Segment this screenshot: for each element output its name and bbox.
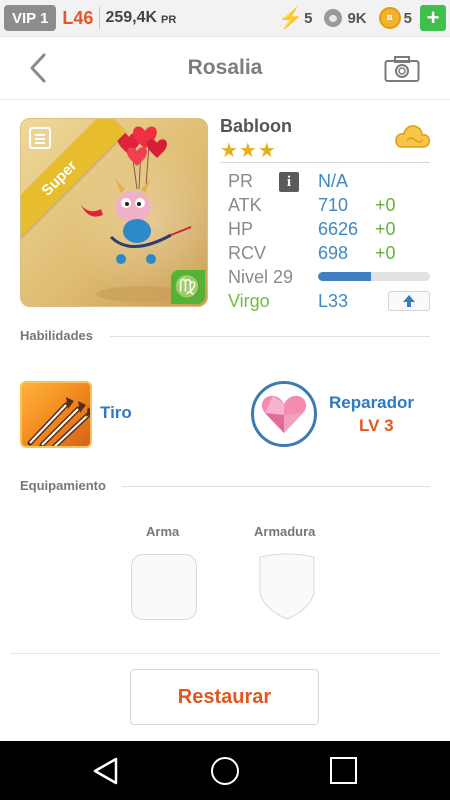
active-skill-name[interactable]: Tiro — [100, 403, 132, 423]
atk-label: ATK — [228, 195, 262, 215]
card-list-icon[interactable] — [29, 127, 51, 149]
nav-back-icon[interactable] — [92, 756, 120, 786]
atk-value: 710 — [318, 195, 349, 215]
passive-skill-name[interactable]: Reparador — [329, 393, 414, 413]
arrows-skill-icon[interactable] — [20, 381, 92, 448]
heart-icon — [261, 395, 307, 433]
info-icon[interactable]: i — [279, 172, 299, 192]
hp-label: HP — [228, 219, 254, 239]
equipment-section-title: Equipamiento — [20, 478, 106, 493]
stats-divider — [220, 162, 430, 163]
rcv-value: 698 — [318, 243, 349, 263]
camera-icon[interactable] — [384, 55, 420, 83]
nav-recents-icon[interactable] — [330, 757, 357, 784]
level-progress-bar — [318, 272, 430, 281]
pr-value: N/A — [318, 171, 349, 191]
level-label: Nivel 29 — [228, 267, 294, 287]
repair-skill-icon[interactable] — [251, 381, 317, 447]
sign-level: L33 — [318, 291, 349, 311]
coin-icon: ¤ — [378, 7, 401, 29]
nav-home-icon[interactable] — [211, 757, 239, 785]
hero-stars: ★★★ — [220, 140, 277, 162]
power-unit: PR — [161, 13, 177, 26]
divider — [99, 7, 101, 29]
list-lines — [35, 134, 45, 144]
paw-value: 9K — [347, 9, 367, 27]
hero-name: Babloon — [220, 116, 292, 136]
header: Rosalia — [0, 37, 450, 100]
skills-section-title: Habilidades — [20, 328, 93, 343]
weapon-slot[interactable] — [131, 554, 197, 620]
rcv-bonus: +0 — [375, 243, 396, 263]
hero-portrait[interactable]: Super ♍ — [20, 118, 208, 307]
sign-label: Virgo — [228, 291, 270, 311]
skills-divider — [110, 336, 430, 337]
cloud-icon[interactable] — [393, 123, 430, 151]
system-nav-bar — [0, 741, 450, 800]
page-title: Rosalia — [187, 56, 263, 79]
rcv-label: RCV — [228, 243, 267, 263]
screen: VIP 1 L46 259,4K PR ⚡ 5 9K ¤ 5 + Rosalia — [0, 0, 450, 800]
bolt-icon: ⚡ — [278, 7, 304, 30]
hp-bonus: +0 — [375, 219, 396, 239]
sign-upgrade-button[interactable] — [388, 291, 430, 311]
status-bar: VIP 1 L46 259,4K PR ⚡ 5 9K ¤ 5 + — [0, 0, 450, 37]
arrow-up-icon — [403, 295, 415, 307]
level-progress-fill — [318, 272, 371, 281]
passive-skill-level: LV 3 — [359, 416, 394, 435]
arrows-artwork — [27, 397, 90, 446]
virgo-icon: ♍ — [171, 270, 205, 304]
weapon-label: Arma — [146, 524, 180, 539]
coin-value: 5 — [403, 9, 412, 27]
hp-value: 6626 — [318, 219, 359, 239]
coin-counter[interactable]: ¤ 5 — [378, 7, 412, 29]
player-level: L46 — [62, 7, 94, 28]
energy-value: 5 — [304, 9, 313, 27]
atk-bonus: +0 — [375, 195, 396, 215]
pr-label: PR — [228, 171, 254, 191]
equipment-divider — [122, 486, 430, 487]
armor-label: Armadura — [254, 524, 316, 539]
paw-icon — [324, 9, 343, 27]
vip-badge[interactable]: VIP 1 — [4, 5, 57, 31]
resources: ⚡ 5 9K ¤ 5 + — [266, 5, 446, 31]
armor-slot[interactable] — [254, 553, 320, 621]
power-value: 259,4K — [105, 9, 158, 26]
bottom-divider — [10, 653, 440, 654]
add-currency-button[interactable]: + — [420, 5, 446, 31]
energy-counter[interactable]: ⚡ 5 — [278, 6, 312, 31]
paw-counter[interactable]: 9K — [324, 9, 367, 27]
restore-button[interactable]: Restaurar — [130, 669, 319, 725]
back-arrow-icon[interactable] — [24, 51, 54, 85]
